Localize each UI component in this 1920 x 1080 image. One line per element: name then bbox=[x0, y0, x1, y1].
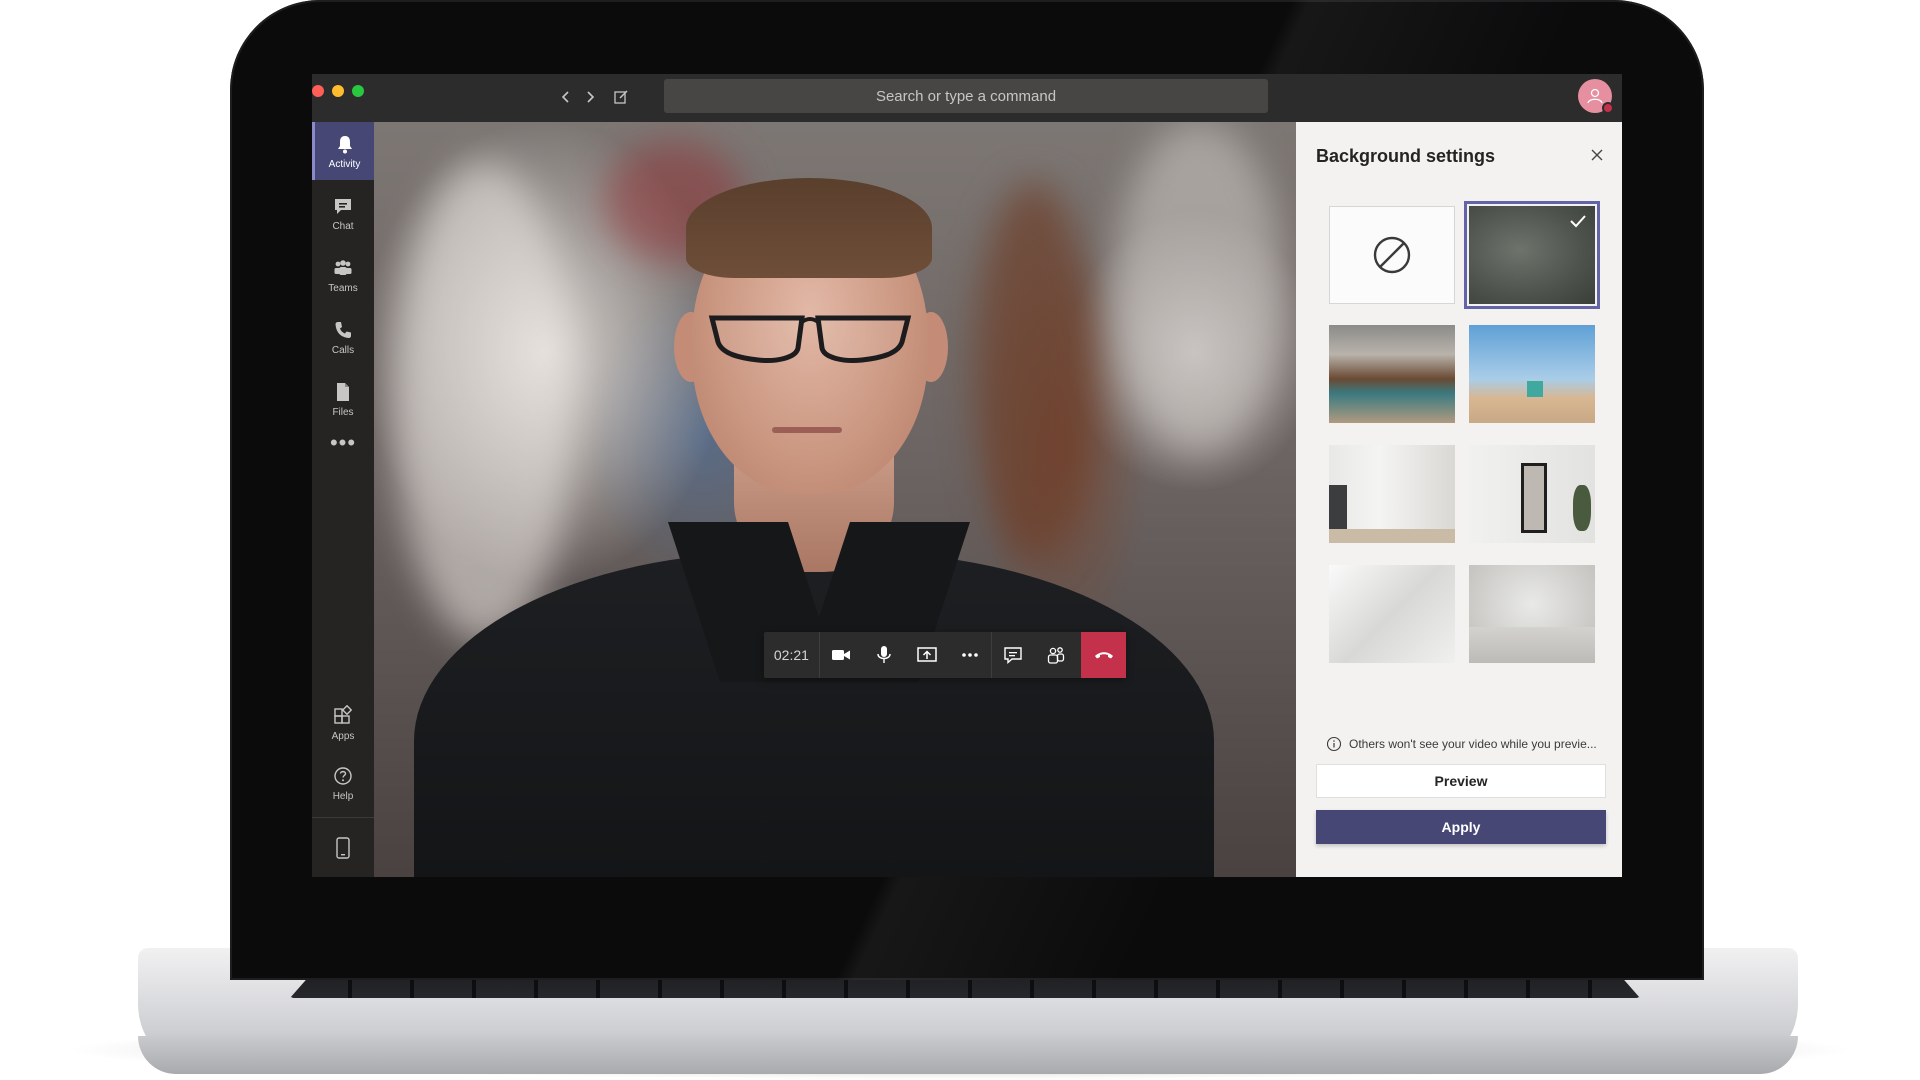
background-option-white-room[interactable] bbox=[1329, 445, 1455, 543]
rail-item-label: Apps bbox=[331, 730, 355, 742]
compose-icon bbox=[614, 90, 628, 104]
laptop-scene: Search or type a command Activity Chat T… bbox=[0, 0, 1920, 1080]
rail-item-help[interactable]: Help bbox=[312, 754, 374, 812]
more-options-icon bbox=[962, 653, 978, 657]
rail-item-chat[interactable]: Chat bbox=[312, 184, 374, 242]
teams-window: Search or type a command Activity Chat T… bbox=[312, 74, 1622, 877]
background-blur-wall bbox=[1114, 122, 1284, 452]
chat-icon bbox=[335, 198, 351, 214]
person-icon bbox=[1587, 88, 1603, 104]
rail-item-label: Activity bbox=[328, 158, 361, 170]
background-option-beach[interactable] bbox=[1469, 325, 1595, 423]
background-option-empty-room[interactable] bbox=[1469, 565, 1595, 663]
laptop-base-front bbox=[138, 1036, 1798, 1074]
rail-item-label: Help bbox=[332, 790, 354, 802]
avatar[interactable] bbox=[1578, 79, 1614, 114]
background-option-office-loft[interactable] bbox=[1329, 325, 1455, 423]
rail-item-calls[interactable]: Calls bbox=[312, 308, 374, 366]
person-mouth bbox=[772, 427, 842, 433]
search-placeholder: Search or type a command bbox=[875, 87, 1057, 105]
lifeguard-tower bbox=[1527, 381, 1543, 397]
no-background-icon bbox=[1373, 236, 1411, 274]
preview-button[interactable]: Preview bbox=[1316, 764, 1606, 798]
background-blur-door bbox=[974, 182, 1094, 562]
background-option-mirror-room[interactable] bbox=[1469, 445, 1595, 543]
phone-icon bbox=[335, 321, 351, 338]
apply-button[interactable]: Apply bbox=[1316, 810, 1606, 844]
room-plant bbox=[1573, 485, 1591, 531]
search-input[interactable]: Search or type a command bbox=[664, 79, 1268, 113]
back-button[interactable] bbox=[555, 86, 577, 108]
call-controls: 02:21 bbox=[764, 632, 1126, 678]
rail-item-label: Teams bbox=[328, 282, 358, 294]
help-icon bbox=[334, 766, 352, 785]
hang-up-button[interactable] bbox=[1081, 632, 1126, 678]
mic-toggle-button[interactable] bbox=[863, 632, 906, 678]
apps-icon bbox=[334, 704, 353, 724]
status-badge bbox=[1602, 102, 1614, 114]
file-icon bbox=[337, 382, 349, 401]
check-icon bbox=[1570, 215, 1586, 228]
close-icon bbox=[1591, 149, 1603, 161]
share-screen-button[interactable] bbox=[906, 632, 949, 678]
window-close-dot[interactable] bbox=[312, 85, 324, 97]
camera-toggle-button[interactable] bbox=[820, 632, 863, 678]
conversation-icon bbox=[1004, 647, 1022, 665]
video-feed: 02:21 bbox=[374, 122, 1296, 877]
panel-title: Background settings bbox=[1316, 146, 1496, 166]
rail-item-activity[interactable]: Activity bbox=[312, 122, 374, 180]
background-blur-light bbox=[394, 162, 574, 642]
show-conversation-button[interactable] bbox=[991, 632, 1034, 678]
mobile-app-button[interactable] bbox=[312, 817, 374, 877]
room-floor bbox=[1469, 627, 1595, 663]
rail-item-files[interactable]: Files bbox=[312, 370, 374, 428]
background-option-none[interactable] bbox=[1329, 206, 1455, 304]
more-options-button[interactable] bbox=[948, 632, 991, 678]
close-panel-button[interactable] bbox=[1586, 144, 1608, 166]
show-participants-button[interactable] bbox=[1034, 632, 1077, 678]
call-timer: 02:21 bbox=[764, 632, 820, 678]
chevron-left-icon bbox=[561, 91, 569, 103]
video-camera-icon bbox=[832, 650, 851, 660]
rail-item-apps[interactable]: Apps bbox=[312, 694, 374, 752]
rail-item-label: Files bbox=[332, 406, 354, 418]
preview-info: Others won't see your video while you pr… bbox=[1326, 736, 1616, 752]
share-screen-icon bbox=[917, 647, 937, 662]
room-mirror bbox=[1521, 463, 1547, 533]
room-floor bbox=[1329, 529, 1455, 543]
teams-icon bbox=[334, 259, 352, 275]
title-bar: Search or type a command bbox=[312, 74, 1622, 122]
person-hair bbox=[686, 178, 932, 278]
bell-icon bbox=[337, 135, 352, 153]
window-zoom-dot[interactable] bbox=[352, 85, 364, 97]
forward-button[interactable] bbox=[579, 86, 601, 108]
new-chat-button[interactable] bbox=[610, 86, 632, 108]
chevron-right-icon bbox=[587, 91, 595, 103]
microphone-icon bbox=[877, 646, 891, 663]
preview-info-text: Others won't see your video while you pr… bbox=[1349, 737, 1597, 751]
hang-up-icon bbox=[1094, 652, 1113, 659]
background-settings-panel: Background settings Others won't see you… bbox=[1296, 122, 1622, 877]
participants-icon bbox=[1047, 647, 1064, 664]
app-rail: Activity Chat Teams Calls Files ••• Apps… bbox=[312, 122, 374, 877]
window-minimize-dot[interactable] bbox=[332, 85, 344, 97]
person-body bbox=[414, 552, 1214, 877]
info-icon bbox=[1326, 736, 1342, 752]
mobile-phone-icon bbox=[336, 836, 350, 859]
more-apps-button[interactable]: ••• bbox=[312, 430, 374, 456]
glasses bbox=[708, 315, 912, 363]
rail-item-label: Chat bbox=[332, 220, 354, 232]
rail-item-teams[interactable]: Teams bbox=[312, 246, 374, 304]
rail-item-label: Calls bbox=[331, 344, 355, 356]
background-option-architecture[interactable] bbox=[1329, 565, 1455, 663]
background-option-blur[interactable] bbox=[1464, 201, 1600, 309]
